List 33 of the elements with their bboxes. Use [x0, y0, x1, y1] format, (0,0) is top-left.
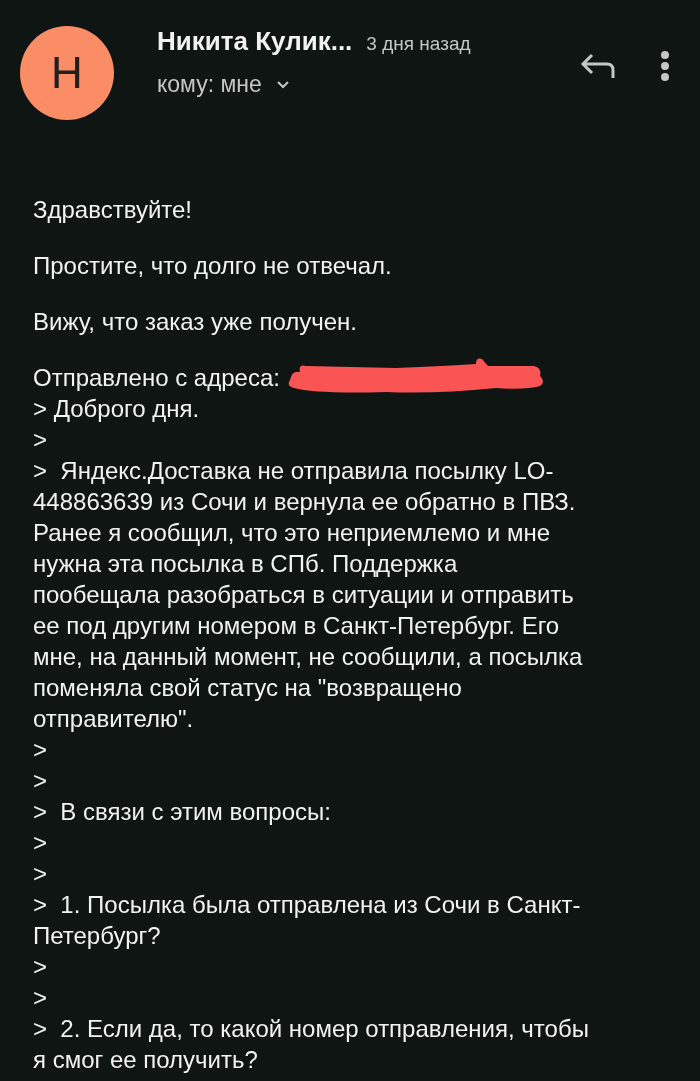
chevron-down-icon[interactable]	[275, 80, 290, 89]
quoted-line: >	[33, 983, 48, 1013]
quoted-line: Петербург?	[33, 921, 162, 951]
sent-from-label: Отправлено с адреса:	[33, 363, 280, 393]
quoted-line: 448863639 из Сочи и вернула ее обратно в ПВЗ.	[33, 487, 577, 517]
quoted-line: > Яндекс.Доставка не отправила посылку LO-	[33, 456, 555, 486]
quoted-line: >	[33, 425, 48, 455]
quoted-line: нужна эта посылка в СПб. Поддержка	[33, 549, 459, 579]
quoted-line: Ранее я сообщил, что это неприемлемо и мне	[33, 518, 551, 548]
quoted-line: > 2. Если да, то какой номер отправления, чтобы	[33, 1014, 590, 1044]
quoted-line: пообещала разобраться в ситуации и отправить	[33, 580, 575, 610]
quoted-line: >	[33, 766, 48, 796]
message-paragraph: Вижу, что заказ уже получен.	[33, 307, 358, 337]
quoted-line: мне, на данный момент, не сообщили, а посылка	[33, 642, 584, 672]
quoted-line: >	[33, 952, 48, 982]
reply-icon[interactable]	[580, 52, 616, 80]
quoted-line: > В связи с этим вопросы:	[33, 797, 332, 827]
more-options-icon[interactable]	[660, 50, 670, 82]
avatar: Н	[20, 26, 114, 120]
message-paragraph: Простите, что долго не отвечал.	[33, 251, 393, 281]
quoted-line: поменяла свой статус на "возвращено	[33, 673, 463, 703]
sender-name: Никита Кулик...	[157, 26, 353, 57]
quoted-line: я смог ее получить?	[33, 1045, 259, 1075]
quoted-line: >	[33, 735, 48, 765]
message-paragraph: Здравствуйте!	[33, 195, 194, 225]
quoted-line: ее под другим номером в Санкт-Петербург. Его	[33, 611, 561, 641]
recipient-label: кому: мне	[157, 71, 262, 98]
quoted-line: > 1. Посылка была отправлена из Сочи в Санкт-	[33, 890, 582, 920]
quoted-line: отправителю".	[33, 704, 195, 734]
quoted-line: >	[33, 828, 48, 858]
quoted-line: >	[33, 859, 48, 889]
timestamp: 3 дня назад	[366, 33, 471, 55]
quoted-line: > Доброго дня.	[33, 394, 201, 424]
